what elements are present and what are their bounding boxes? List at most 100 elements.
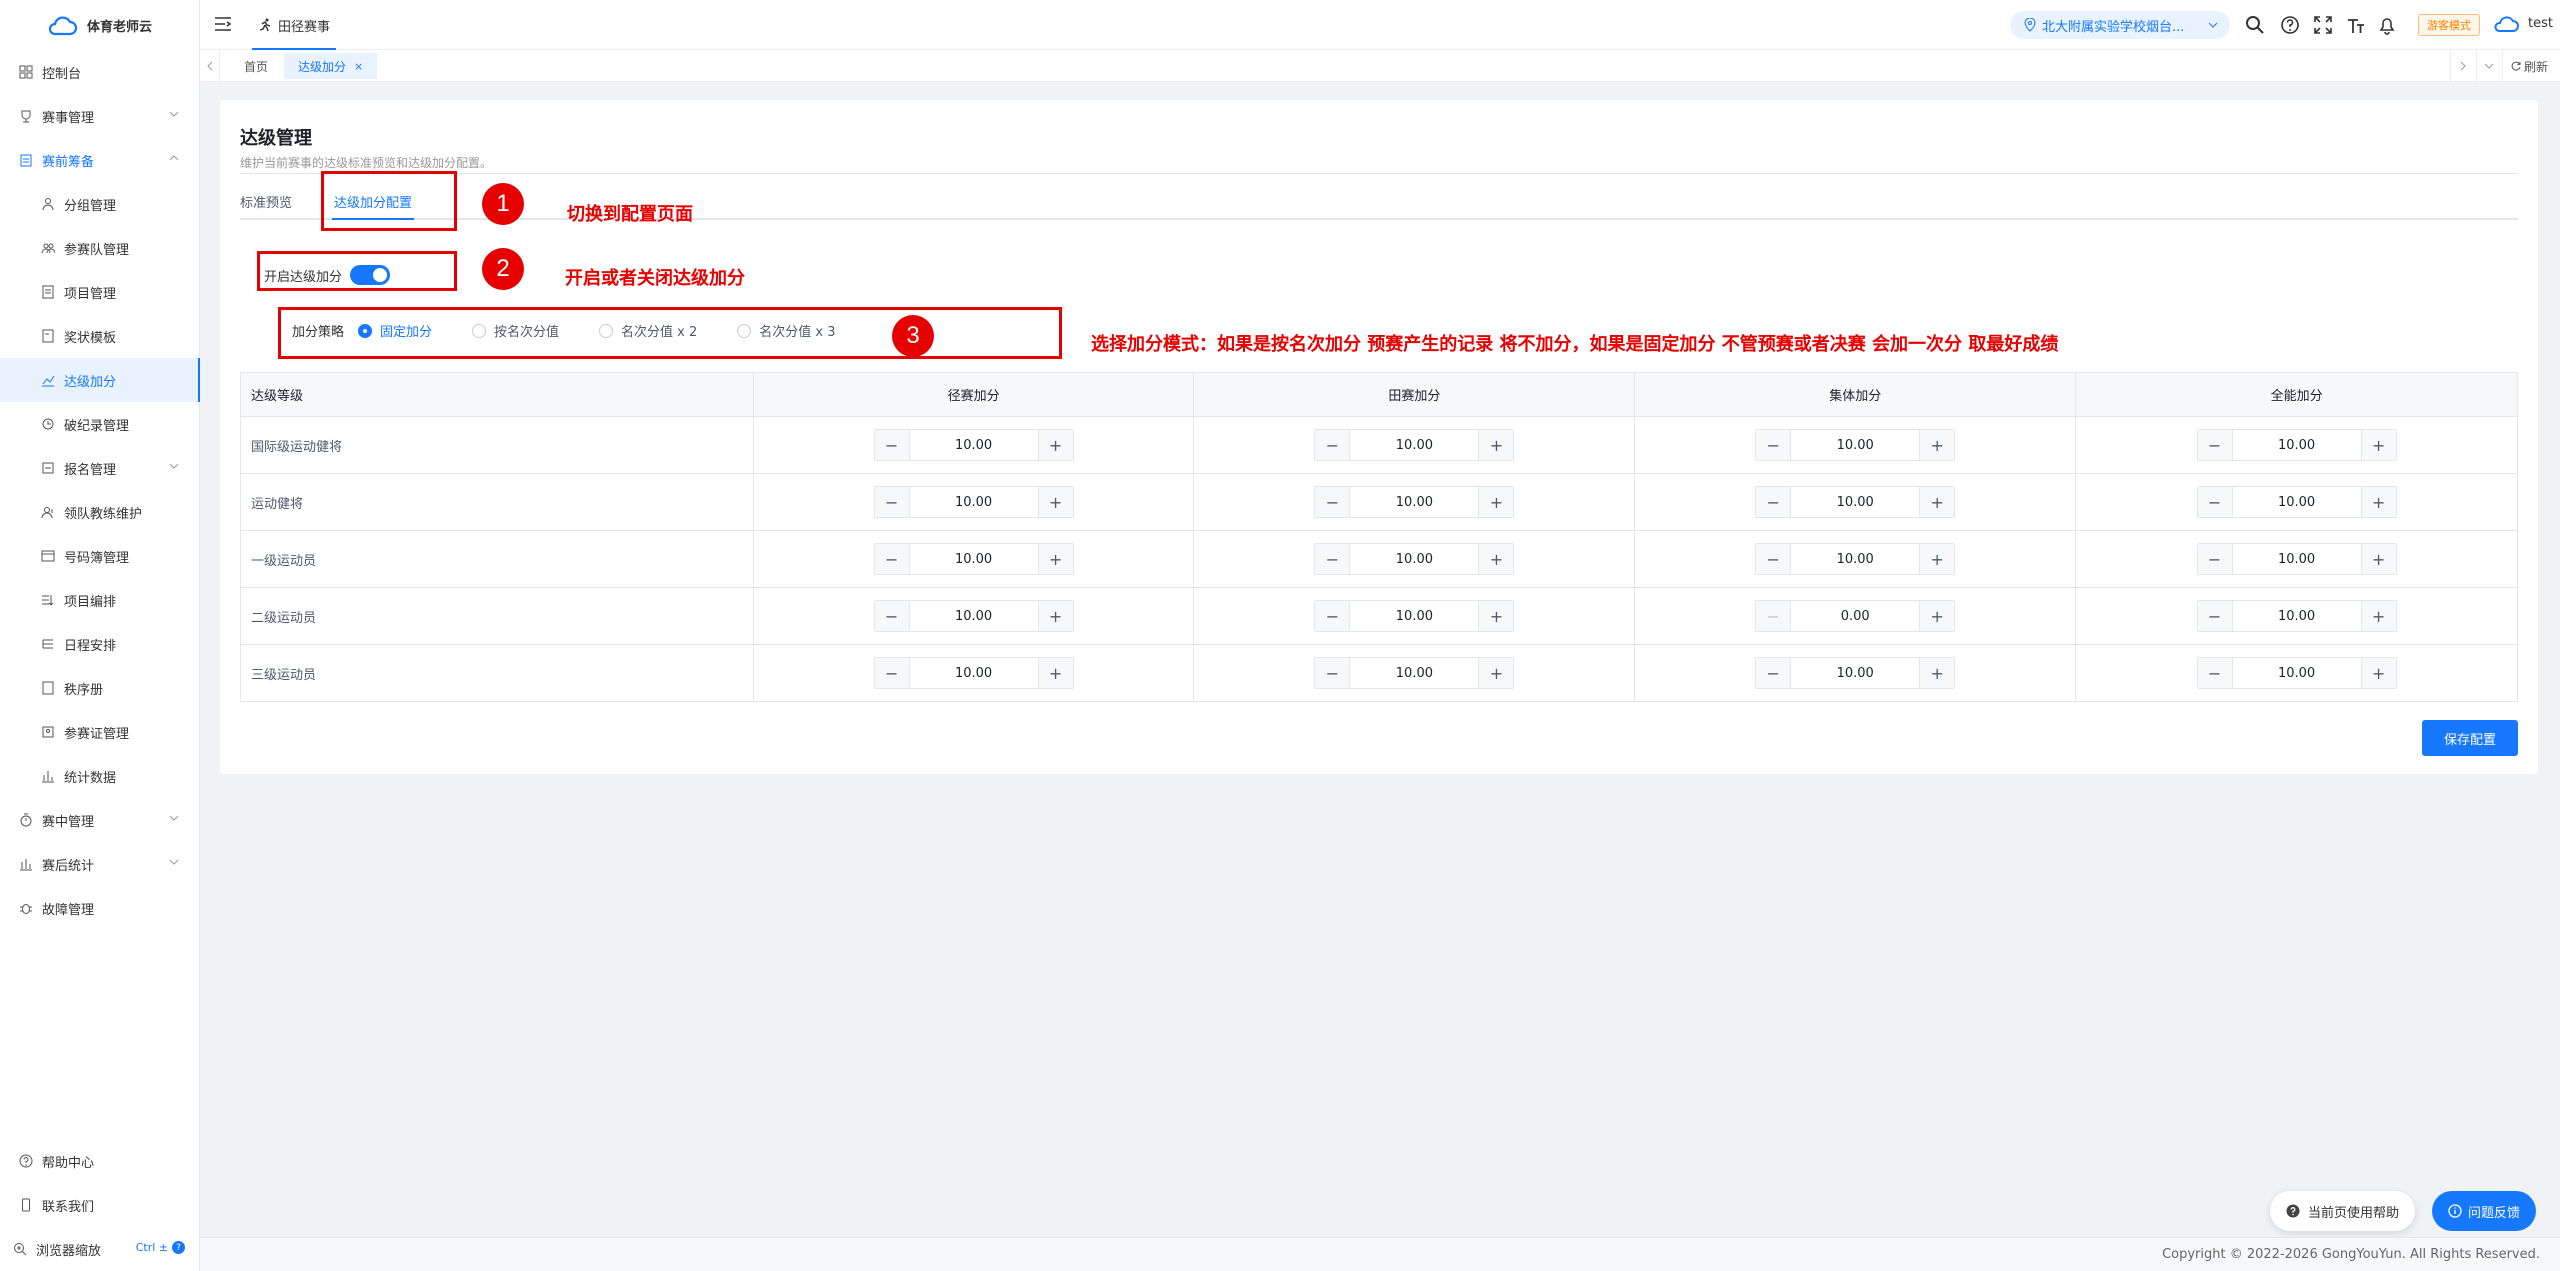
tags-dropdown[interactable] bbox=[2475, 50, 2502, 82]
decrement-button[interactable]: − bbox=[1315, 544, 1350, 574]
sidebar-item-fault-manage[interactable]: 故障管理 bbox=[0, 886, 199, 930]
bonus-value-input[interactable]: 10.00 bbox=[2231, 430, 2362, 460]
bonus-value-input[interactable]: 10.00 bbox=[1790, 658, 1921, 688]
tag-home[interactable]: 首页 bbox=[230, 53, 282, 79]
decrement-button[interactable]: − bbox=[2197, 658, 2232, 688]
help-icon[interactable] bbox=[2280, 15, 2300, 35]
sidebar-item-signup-manage[interactable]: 报名管理 bbox=[0, 446, 199, 490]
decrement-button[interactable]: − bbox=[1756, 487, 1791, 517]
sidebar-item-team-manage[interactable]: 参赛队管理 bbox=[0, 226, 199, 270]
help-center-link[interactable]: 帮助中心 bbox=[0, 1139, 199, 1183]
increment-button[interactable]: + bbox=[2361, 544, 2396, 574]
bonus-value-input[interactable]: 10.00 bbox=[908, 658, 1039, 688]
feedback-button[interactable]: 问题反馈 bbox=[2432, 1191, 2537, 1231]
sidebar-item-group-manage[interactable]: 分组管理 bbox=[0, 182, 199, 226]
increment-button[interactable]: + bbox=[2361, 658, 2396, 688]
bonus-value-input[interactable]: 10.00 bbox=[1349, 487, 1480, 517]
increment-button[interactable]: + bbox=[1038, 601, 1073, 631]
bonus-stepper[interactable]: −10.00 + bbox=[1755, 486, 1956, 518]
bonus-value-input[interactable]: 10.00 bbox=[1349, 601, 1480, 631]
decrement-button[interactable]: − bbox=[2197, 430, 2232, 460]
page-help-button[interactable]: 当前页使用帮助 bbox=[2270, 1191, 2416, 1231]
bonus-value-input[interactable]: 10.00 bbox=[1790, 487, 1921, 517]
bonus-value-input[interactable]: 10.00 bbox=[1790, 544, 1921, 574]
school-select[interactable]: 北大附属实验学校烟台... bbox=[2010, 11, 2230, 39]
sidebar-item-record-manage[interactable]: 破纪录管理 bbox=[0, 402, 199, 446]
increment-button[interactable]: + bbox=[1920, 430, 1955, 460]
bonus-value-input[interactable]: 10.00 bbox=[908, 544, 1039, 574]
increment-button[interactable]: + bbox=[1038, 487, 1073, 517]
bonus-stepper[interactable]: −10.00 + bbox=[873, 486, 1074, 518]
bonus-value-input[interactable]: 10.00 bbox=[908, 601, 1039, 631]
decrement-button[interactable]: − bbox=[1756, 601, 1791, 631]
increment-button[interactable]: + bbox=[1920, 601, 1955, 631]
decrement-button[interactable]: − bbox=[874, 487, 909, 517]
font-size-icon[interactable] bbox=[2346, 15, 2366, 35]
app-logo[interactable]: 体育老师云 bbox=[0, 0, 199, 50]
increment-button[interactable]: + bbox=[1479, 544, 1514, 574]
increment-button[interactable]: + bbox=[1038, 430, 1073, 460]
bonus-stepper[interactable]: −10.00 + bbox=[2196, 600, 2397, 632]
decrement-button[interactable]: − bbox=[874, 430, 909, 460]
increment-button[interactable]: + bbox=[1479, 487, 1514, 517]
bonus-stepper[interactable]: −10.00 + bbox=[2196, 486, 2397, 518]
tags-scroll-left[interactable] bbox=[200, 50, 220, 82]
bonus-stepper[interactable]: −10.00 + bbox=[2196, 657, 2397, 689]
sidebar-item-schedule[interactable]: 日程安排 bbox=[0, 622, 199, 666]
bonus-stepper[interactable]: −10.00 + bbox=[873, 657, 1074, 689]
bonus-value-input[interactable]: 0.00 bbox=[1790, 601, 1921, 631]
decrement-button[interactable]: − bbox=[2197, 601, 2232, 631]
sidebar-item-event-manage[interactable]: 赛事管理 bbox=[0, 94, 199, 138]
decrement-button[interactable]: − bbox=[1315, 430, 1350, 460]
decrement-button[interactable]: − bbox=[1756, 430, 1791, 460]
bonus-value-input[interactable]: 10.00 bbox=[908, 487, 1039, 517]
save-config-button[interactable]: 保存配置 bbox=[2421, 720, 2518, 756]
bonus-stepper[interactable]: −10.00 + bbox=[1314, 543, 1515, 575]
bonus-value-input[interactable]: 10.00 bbox=[2231, 544, 2362, 574]
refresh-button[interactable]: 刷新 bbox=[2501, 50, 2560, 82]
tags-scroll-right[interactable] bbox=[2449, 50, 2476, 82]
decrement-button[interactable]: − bbox=[2197, 544, 2232, 574]
close-icon[interactable]: × bbox=[354, 60, 363, 73]
sidebar-item-level-bonus[interactable]: 达级加分 bbox=[0, 358, 200, 402]
bonus-stepper[interactable]: −10.00 + bbox=[1314, 486, 1515, 518]
tag-level-bonus[interactable]: 达级加分 × bbox=[284, 53, 378, 79]
bonus-stepper[interactable]: −10.00 + bbox=[1314, 600, 1515, 632]
bonus-stepper[interactable]: −10.00 + bbox=[1755, 657, 1956, 689]
sidebar-item-in-event[interactable]: 赛中管理 bbox=[0, 798, 199, 842]
bonus-stepper[interactable]: −10.00 + bbox=[873, 543, 1074, 575]
sidebar-item-dashboard[interactable]: 控制台 bbox=[0, 50, 199, 94]
sidebar-item-bib-manage[interactable]: 号码簿管理 bbox=[0, 534, 199, 578]
bonus-value-input[interactable]: 10.00 bbox=[1349, 430, 1480, 460]
sidebar-item-project-arrange[interactable]: 项目编排 bbox=[0, 578, 199, 622]
decrement-button[interactable]: − bbox=[874, 544, 909, 574]
bonus-stepper[interactable]: −0.00 + bbox=[1755, 600, 1956, 632]
bonus-value-input[interactable]: 10.00 bbox=[1349, 658, 1480, 688]
bonus-stepper[interactable]: −10.00 + bbox=[873, 600, 1074, 632]
decrement-button[interactable]: − bbox=[2197, 487, 2232, 517]
increment-button[interactable]: + bbox=[1479, 658, 1514, 688]
sidebar-item-certificate-template[interactable]: 奖状模板 bbox=[0, 314, 199, 358]
bonus-value-input[interactable]: 10.00 bbox=[2231, 601, 2362, 631]
bonus-stepper[interactable]: −10.00 + bbox=[2196, 429, 2397, 461]
nav-tab-track-field[interactable]: 田径赛事 bbox=[251, 0, 337, 50]
decrement-button[interactable]: − bbox=[1315, 487, 1350, 517]
increment-button[interactable]: + bbox=[1920, 544, 1955, 574]
browser-zoom-item[interactable]: 浏览器缩放 Ctrl ±? bbox=[0, 1227, 199, 1271]
increment-button[interactable]: + bbox=[1038, 544, 1073, 574]
increment-button[interactable]: + bbox=[1479, 430, 1514, 460]
decrement-button[interactable]: − bbox=[1315, 601, 1350, 631]
sidebar-item-order-book[interactable]: 秩序册 bbox=[0, 666, 199, 710]
increment-button[interactable]: + bbox=[2361, 487, 2396, 517]
bonus-stepper[interactable]: −10.00 + bbox=[1314, 657, 1515, 689]
bonus-stepper[interactable]: −10.00 + bbox=[1314, 429, 1515, 461]
bell-icon[interactable] bbox=[2377, 15, 2397, 35]
user-menu[interactable]: test bbox=[2492, 13, 2553, 33]
sidebar-item-pass-manage[interactable]: 参赛证管理 bbox=[0, 710, 199, 754]
increment-button[interactable]: + bbox=[1920, 658, 1955, 688]
sidebar-item-stats[interactable]: 统计数据 bbox=[0, 754, 199, 798]
sidebar-item-project-manage[interactable]: 项目管理 bbox=[0, 270, 199, 314]
sidebar-item-post-event[interactable]: 赛后统计 bbox=[0, 842, 199, 886]
increment-button[interactable]: + bbox=[2361, 430, 2396, 460]
increment-button[interactable]: + bbox=[1038, 658, 1073, 688]
